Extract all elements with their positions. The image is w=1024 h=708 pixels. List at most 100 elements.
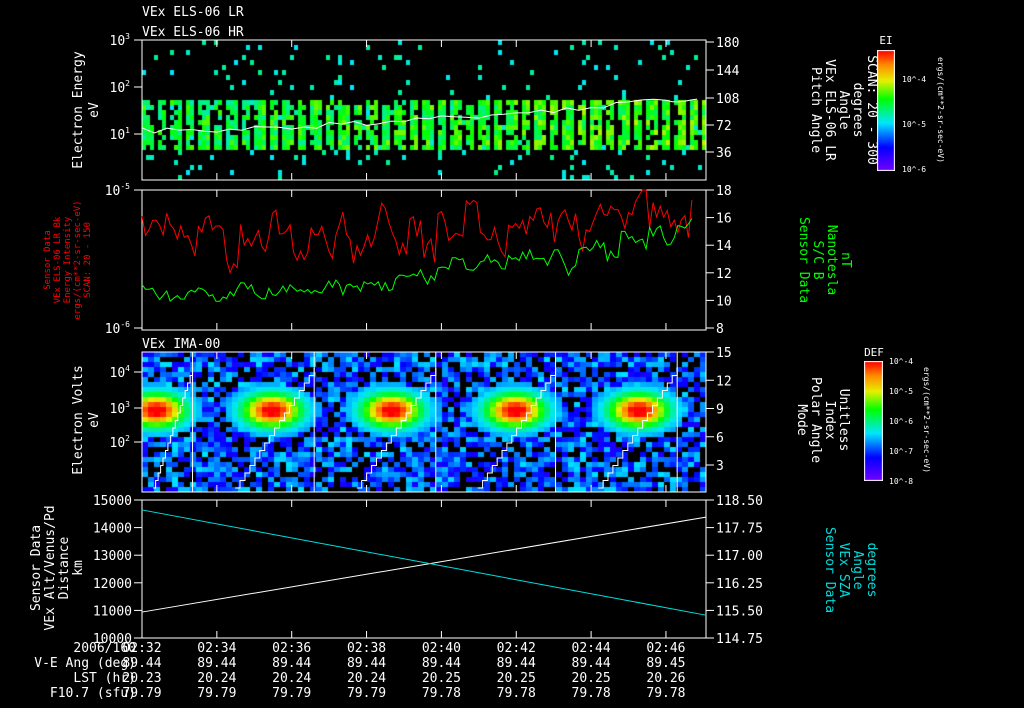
- def-units: ergs/(cm**2-sr-sec-eV): [922, 367, 931, 473]
- p4-right-tick-label: 117.00: [716, 549, 763, 564]
- x-tick-label-time: 02:40: [422, 641, 461, 656]
- polar-angle-staircase: [235, 368, 315, 489]
- x-tick-label-f107: 79.78: [422, 686, 461, 701]
- x-tick-label-time: 02:42: [497, 641, 536, 656]
- x-tick-label-f107: 79.78: [646, 686, 685, 701]
- p1-y-tick-label: 101: [110, 126, 131, 143]
- x-tick-label-lst: 20.24: [197, 671, 236, 686]
- x-tick-label-f107: 79.79: [272, 686, 311, 701]
- p3-right-tick-label: 6: [716, 431, 724, 446]
- x-tick-label-ve: 89.44: [572, 656, 611, 671]
- x-tick-label-lst: 20.25: [497, 671, 536, 686]
- x-tick-label-lst: 20.24: [347, 671, 386, 686]
- polar-angle-staircase: [153, 368, 193, 489]
- title-line2: VEx ELS-06 HR: [142, 25, 244, 40]
- p4-y-tick-label: 12000: [93, 577, 132, 592]
- x-tick-label-time: 02:34: [197, 641, 236, 656]
- p1-right-label: Pitch AngleVEx ELS-06 LRAngledegreesSCAN…: [808, 55, 879, 165]
- ei-colorbar-title: EI: [879, 34, 892, 47]
- p2-right-tick-label: 14: [716, 239, 732, 254]
- x-tick-label-time: 02:36: [272, 641, 311, 656]
- x-tick-label-f107: 79.78: [497, 686, 536, 701]
- p3-right-tick-label: 12: [716, 374, 732, 389]
- series-line-sza: [141, 509, 707, 616]
- p1-y-tick-label: 102: [110, 79, 131, 96]
- p3-y-tick-label: 102: [110, 434, 131, 451]
- x-tick-label-lst: 20.26: [646, 671, 685, 686]
- p2-right-tick-label: 18: [716, 184, 732, 199]
- p2-y-tick-label: 10-6: [105, 320, 130, 337]
- p3-y-tick-label: 104: [110, 364, 131, 381]
- p4-ylabel: Sensor DataVEx Alt/Venus/PdDistancekm: [29, 505, 86, 630]
- x-tick-label-ve: 89.44: [122, 656, 161, 671]
- panel-frame-3: [141, 351, 707, 493]
- p1-y-tick-label: 103: [110, 32, 131, 49]
- panel-frame-4: [141, 499, 707, 639]
- x-tick-label-f107: 79.79: [197, 686, 236, 701]
- p1-ylabel: Electron EnergyeV: [71, 51, 102, 169]
- p2-right-tick-label: 12: [716, 267, 732, 282]
- x-tick-label-f107: 79.79: [347, 686, 386, 701]
- p4-right-tick-label: 115.50: [716, 604, 763, 619]
- p4-right-tick-label: 117.75: [716, 522, 763, 537]
- x-tick-label-time: 02:46: [646, 641, 685, 656]
- p4-y-tick-label: 13000: [93, 549, 132, 564]
- p2-right-tick-label: 16: [716, 212, 732, 227]
- p3-right-tick-label: 9: [716, 403, 724, 418]
- x-tick-label-lst: 20.25: [572, 671, 611, 686]
- p2-right-tick-label: 10: [716, 294, 732, 309]
- p2-ylabel: Sensor DataVEx ELS-06 LR BkEnergy Intens…: [43, 200, 93, 319]
- p4-right-tick-label: 114.75: [716, 632, 763, 647]
- ei-tick: 10^-4: [902, 75, 926, 84]
- series-line-s-c-b: [141, 218, 693, 302]
- p4-y-tick-label: 10000: [93, 632, 132, 647]
- ei-units: ergs/(cm**2-sr-sec-eV): [936, 57, 945, 163]
- ei-tick: 10^-6: [902, 165, 926, 174]
- x-tick-label-ve: 89.44: [347, 656, 386, 671]
- p1-right-tick-label: 72: [716, 119, 732, 134]
- p1-right-tick-label: 108: [716, 92, 739, 107]
- def-tick: 10^-7: [889, 447, 913, 456]
- p3-y-tick-label: 103: [110, 400, 131, 417]
- panel3-title: VEx IMA-00: [142, 337, 220, 352]
- p4-y-tick-label: 14000: [93, 522, 132, 537]
- polar-angle-staircase: [598, 368, 678, 489]
- x-tick-label-ve: 89.44: [422, 656, 461, 671]
- polar-angle-staircase: [356, 368, 437, 489]
- p4-right-tick-label: 118.50: [716, 494, 763, 509]
- p3-right-label: ModePolar AngleIndexUnitless: [794, 377, 851, 463]
- x-tick-label-ve: 89.44: [497, 656, 536, 671]
- x-tick-label-time: 02:38: [347, 641, 386, 656]
- polar-angle-staircase: [477, 368, 557, 489]
- x-tick-label-f107: 79.78: [572, 686, 611, 701]
- series-line-energy-intensity: [141, 189, 693, 275]
- p1-right-tick-label: 180: [716, 36, 739, 51]
- plot-window: VEx ELS-06 LR VEx ELS-06 HR VEx IMA-00 E…: [0, 0, 1024, 708]
- p1-right-tick-label: 144: [716, 64, 740, 79]
- def-tick: 10^-4: [889, 357, 913, 366]
- ei-tick: 10^-5: [902, 120, 926, 129]
- p4-y-tick-label: 15000: [93, 494, 132, 509]
- pitch-angle-line: [141, 98, 698, 134]
- x-tick-label-f107: 79.79: [122, 686, 161, 701]
- p3-right-tick-label: 15: [716, 346, 732, 361]
- def-tick: 10^-6: [889, 417, 913, 426]
- p2-right-tick-label: 8: [716, 322, 724, 337]
- x-tick-label-ve: 89.44: [272, 656, 311, 671]
- x-tick-label-ve: 89.44: [197, 656, 236, 671]
- def-tick: 10^-5: [889, 387, 913, 396]
- panel-frame-1: [141, 39, 707, 181]
- x-tick-label-ve: 89.45: [646, 656, 685, 671]
- p2-right-label: Sensor DataS/C BNanoteslanT: [796, 217, 853, 303]
- def-colorbar-title: DEF: [864, 346, 884, 359]
- series-line-altitude: [141, 516, 707, 613]
- title-line1: VEx ELS-06 LR: [142, 5, 244, 20]
- def-tick: 10^-8: [889, 477, 913, 486]
- plot-svg: VEx ELS-06 LR VEx ELS-06 HR VEx IMA-00 E…: [29, 5, 945, 701]
- p1-right-tick-label: 36: [716, 146, 732, 161]
- x-tick-label-lst: 20.25: [422, 671, 461, 686]
- x-tick-label-time: 02:44: [572, 641, 611, 656]
- p3-right-tick-label: 3: [716, 459, 724, 474]
- p4-y-tick-label: 11000: [93, 604, 132, 619]
- p4-right-label: Sensor DataVEx SZAAngledegrees: [822, 527, 879, 613]
